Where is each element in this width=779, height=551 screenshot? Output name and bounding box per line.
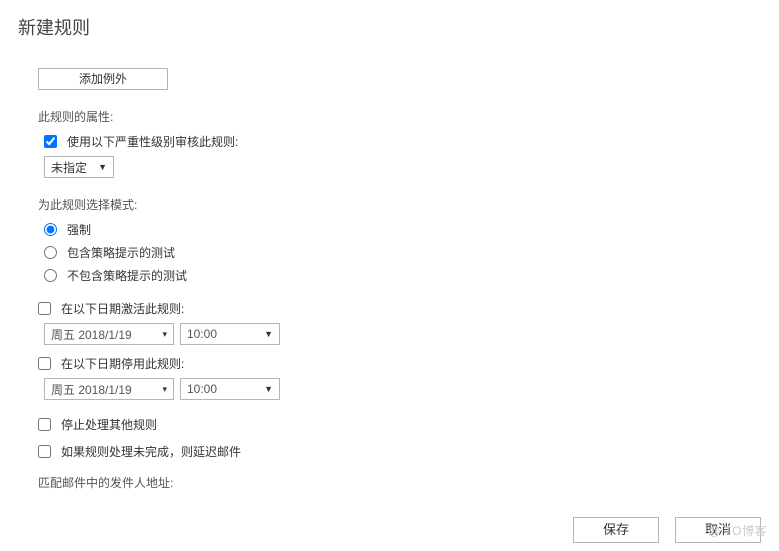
activate-date-select[interactable]: 周五 2018/1/19 ▾ (44, 323, 174, 345)
deactivate-row: 在以下日期停用此规则: (38, 355, 751, 372)
chevron-down-icon: ▾ (162, 384, 167, 395)
chevron-down-icon: ▾ (162, 329, 167, 340)
content-area: 添加例外 此规则的属性: 使用以下严重性级别审核此规则: 未指定 ▼ 为此规则选… (0, 60, 765, 503)
severity-select-row: 未指定 ▼ (38, 156, 751, 178)
properties-heading: 此规则的属性: (38, 108, 751, 125)
mode-heading: 为此规则选择模式: (38, 196, 751, 213)
activate-checkbox[interactable] (38, 302, 51, 315)
stop-rules-label: 停止处理其他规则 (61, 416, 157, 433)
deactivate-label: 在以下日期停用此规则: (61, 355, 184, 372)
chevron-down-icon: ▼ (264, 329, 273, 339)
defer-label: 如果规则处理未完成，则延迟邮件 (61, 443, 241, 460)
severity-row: 使用以下严重性级别审核此规则: (38, 133, 751, 150)
activate-time-select[interactable]: 10:00 ▼ (180, 323, 280, 345)
dialog-title: 新建规则 (0, 0, 779, 50)
deactivate-checkbox[interactable] (38, 357, 51, 370)
cancel-button[interactable]: 取消 (675, 517, 761, 543)
defer-row: 如果规则处理未完成，则延迟邮件 (38, 443, 751, 460)
deactivate-time-value: 10:00 (187, 382, 217, 396)
save-button[interactable]: 保存 (573, 517, 659, 543)
deactivate-date-select[interactable]: 周五 2018/1/19 ▾ (44, 378, 174, 400)
mode-option-withouttips: 不包含策略提示的测试 (38, 267, 751, 284)
mode-radio-withouttips[interactable] (44, 269, 57, 282)
deactivate-date-value: 周五 2018/1/19 (51, 381, 132, 398)
deactivate-time-select[interactable]: 10:00 ▼ (180, 378, 280, 400)
dialog-footer: 保存 取消 (573, 517, 761, 543)
mode-option-enforce: 强制 (38, 221, 751, 238)
chevron-down-icon: ▼ (264, 384, 273, 394)
stop-rules-row: 停止处理其他规则 (38, 416, 751, 433)
activate-date-value: 周五 2018/1/19 (51, 326, 132, 343)
activate-label: 在以下日期激活此规则: (61, 300, 184, 317)
stop-rules-checkbox[interactable] (38, 418, 51, 431)
add-exception-button[interactable]: 添加例外 (38, 68, 168, 90)
activate-time-value: 10:00 (187, 327, 217, 341)
mode-radio-withtips[interactable] (44, 246, 57, 259)
severity-label: 使用以下严重性级别审核此规则: (67, 133, 238, 150)
severity-checkbox[interactable] (44, 135, 57, 148)
severity-select[interactable]: 未指定 ▼ (44, 156, 114, 178)
activate-picker-row: 周五 2018/1/19 ▾ 10:00 ▼ (38, 323, 751, 345)
severity-value: 未指定 (51, 159, 87, 176)
mode-label-withouttips: 不包含策略提示的测试 (67, 267, 187, 284)
activate-row: 在以下日期激活此规则: (38, 300, 751, 317)
deactivate-picker-row: 周五 2018/1/19 ▾ 10:00 ▼ (38, 378, 751, 400)
mode-option-withtips: 包含策略提示的测试 (38, 244, 751, 261)
mode-radio-enforce[interactable] (44, 223, 57, 236)
mode-label-enforce: 强制 (67, 221, 91, 238)
mode-label-withtips: 包含策略提示的测试 (67, 244, 175, 261)
chevron-down-icon: ▼ (98, 162, 107, 172)
match-sender-label: 匹配邮件中的发件人地址: (38, 474, 751, 491)
defer-checkbox[interactable] (38, 445, 51, 458)
